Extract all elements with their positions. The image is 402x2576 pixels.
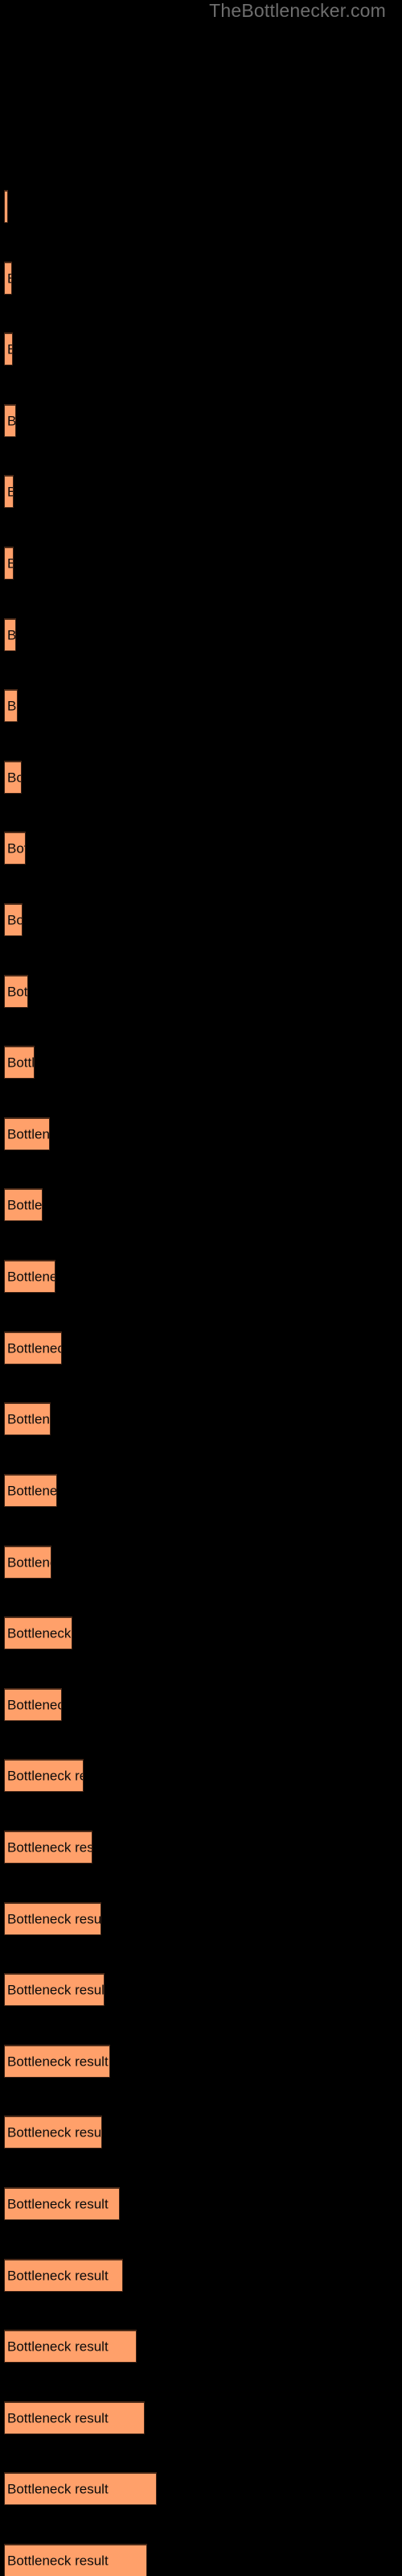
bar-label: Bottleneck result: [7, 200, 8, 214]
bar-label: Bottleneck result: [7, 271, 11, 285]
bar-label: Bottleneck result: [7, 984, 28, 1000]
bar-label: Bottleneck result: [7, 912, 23, 928]
bar-4[interactable]: Bottleneck result: [4, 475, 14, 509]
bar-label: Bottleneck result: [7, 698, 17, 714]
bar-22[interactable]: Bottleneck result: [4, 1759, 84, 1793]
bar-label: Bottleneck result: [7, 840, 25, 857]
bar-25[interactable]: Bottleneck result: [4, 1973, 105, 2007]
bar-6[interactable]: Bottleneck result: [4, 617, 16, 651]
bar-20[interactable]: Bottleneck result: [4, 1616, 72, 1650]
bar-17[interactable]: Bottleneck result: [4, 1402, 51, 1436]
bar-1[interactable]: Bottleneck result: [4, 261, 12, 295]
bar-13[interactable]: Bottleneck result: [4, 1117, 50, 1150]
bar-24[interactable]: Bottleneck result: [4, 1901, 101, 1935]
bar-label: Bottleneck result: [7, 1126, 50, 1142]
bar-9[interactable]: Bottleneck result: [4, 832, 26, 865]
bar-10[interactable]: Bottleneck result: [4, 903, 23, 937]
bar-label: Bottleneck result: [7, 1839, 92, 1856]
bar-label: Bottleneck result: [7, 627, 16, 643]
bar-5[interactable]: Bottleneck result: [4, 547, 14, 580]
bar-label: Bottleneck result: [7, 1340, 61, 1356]
bar-11[interactable]: Bottleneck result: [4, 974, 28, 1008]
bar-label: Bottleneck result: [7, 1697, 61, 1713]
bar-19[interactable]: Bottleneck result: [4, 1545, 51, 1579]
bar-27[interactable]: Bottleneck result: [4, 2116, 102, 2149]
bar-0[interactable]: Bottleneck result: [4, 190, 8, 223]
bar-label: Bottleneck result: [7, 1554, 51, 1570]
bar-label: Bottleneck result: [7, 2054, 109, 2070]
bar-label: Bottleneck result: [7, 2553, 109, 2569]
bar-label: Bottleneck result: [7, 1411, 50, 1427]
bar-32[interactable]: Bottleneck result: [4, 2472, 157, 2506]
bar-label: Bottleneck result: [7, 485, 13, 499]
bar-label: Bottleneck result: [7, 2124, 102, 2140]
bar-3[interactable]: Bottleneck result: [4, 403, 16, 437]
bar-chart-plot-area: Bottleneck result Bottleneck result Bottle…: [0, 0, 402, 2576]
bar-8[interactable]: Bottleneck result: [4, 760, 22, 794]
bar-label: Bottleneck result: [7, 1982, 105, 1998]
bar-21[interactable]: Bottleneck result: [4, 1687, 62, 1721]
bar-15[interactable]: Bottleneck result: [4, 1260, 55, 1294]
bar-28[interactable]: Bottleneck result: [4, 2186, 120, 2220]
bar-12[interactable]: Bottleneck result: [4, 1046, 35, 1080]
bar-2[interactable]: Bottleneck result: [4, 332, 13, 366]
bar-label: Bottleneck result: [7, 1768, 83, 1784]
bar-label: Bottleneck result: [7, 2268, 109, 2284]
bar-label: Bottleneck result: [7, 2410, 109, 2426]
bar-31[interactable]: Bottleneck result: [4, 2401, 145, 2434]
bar-label: Bottleneck result: [7, 557, 13, 571]
bar-7[interactable]: Bottleneck result: [4, 689, 18, 723]
bar-16[interactable]: Bottleneck result: [4, 1331, 62, 1364]
bar-label: Bottleneck result: [7, 1055, 35, 1071]
bar-33[interactable]: Bottleneck result: [4, 2544, 147, 2576]
bar-label: Bottleneck result: [7, 2339, 109, 2355]
bar-label: Bottleneck result: [7, 1625, 72, 1641]
bar-label: Bottleneck result: [7, 1197, 43, 1213]
bar-26[interactable]: Bottleneck result: [4, 2044, 110, 2078]
bar-18[interactable]: Bottleneck result: [4, 1473, 57, 1507]
bar-14[interactable]: Bottleneck result: [4, 1188, 43, 1222]
bar-29[interactable]: Bottleneck result: [4, 2258, 123, 2292]
bar-23[interactable]: Bottleneck result: [4, 1830, 92, 1864]
bar-label: Bottleneck result: [7, 1269, 55, 1285]
bar-label: Bottleneck result: [7, 2196, 109, 2212]
bar-label: Bottleneck result: [7, 2481, 109, 2497]
chart-page: TheBottlenecker.com Bottleneck resultBot…: [0, 0, 402, 2576]
bar-label: Bottleneck result: [7, 1911, 101, 1927]
bar-label: Bottleneck result: [7, 343, 12, 357]
bar-30[interactable]: Bottleneck result: [4, 2330, 137, 2363]
bar-label: Bottleneck result: [7, 1483, 57, 1499]
bar-label: Bottleneck result: [7, 413, 16, 429]
bar-label: Bottleneck result: [7, 770, 21, 786]
